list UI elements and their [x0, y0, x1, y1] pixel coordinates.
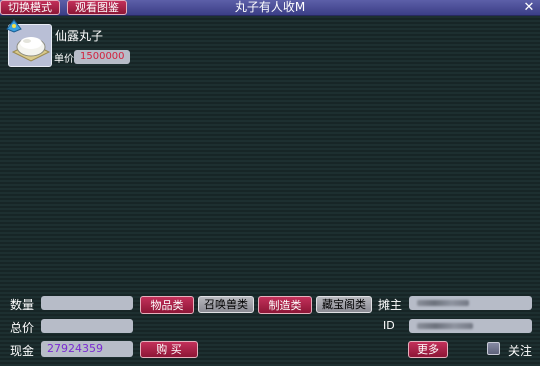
id-value — [409, 319, 532, 333]
follow-label: 关注 — [508, 344, 533, 358]
quantity-input[interactable] — [41, 296, 133, 310]
item-name: 仙露丸子 — [55, 29, 104, 43]
owner-value — [409, 296, 532, 310]
view-catalog-button[interactable]: 观看图鉴 — [67, 0, 127, 15]
category-tab-treasure[interactable]: 藏宝阁类 — [316, 296, 372, 313]
redacted-id — [417, 323, 473, 329]
owner-label: 摊主 — [378, 298, 403, 312]
total-label: 总价 — [10, 321, 35, 335]
category-tab-crafting[interactable]: 制造类 — [258, 296, 312, 314]
category-tab-pets[interactable]: 召唤兽类 — [198, 296, 254, 313]
unit-price-label: 单价 — [54, 54, 74, 65]
buy-button[interactable]: 购 买 — [140, 341, 198, 358]
category-tab-items[interactable]: 物品类 — [140, 296, 194, 314]
stall-window: 丸子有人收M ✕ 切换模式 观看图鉴 仙露丸子 单价 1500000 数量 总价… — [0, 0, 540, 366]
redacted-owner — [417, 300, 469, 306]
total-value — [41, 319, 133, 333]
cash-value: 27924359 — [41, 341, 133, 357]
close-icon[interactable]: ✕ — [522, 0, 536, 15]
follow-checkbox[interactable] — [487, 342, 500, 355]
item-slot[interactable] — [6, 19, 52, 67]
switch-mode-button[interactable]: 切换模式 — [0, 0, 60, 15]
id-label: ID — [383, 319, 395, 332]
more-button[interactable]: 更多 — [408, 341, 448, 358]
cash-label: 现金 — [10, 344, 35, 358]
unit-price-value: 1500000 — [74, 50, 130, 64]
quantity-label: 数量 — [10, 298, 35, 312]
level-badge-icon — [6, 19, 22, 33]
